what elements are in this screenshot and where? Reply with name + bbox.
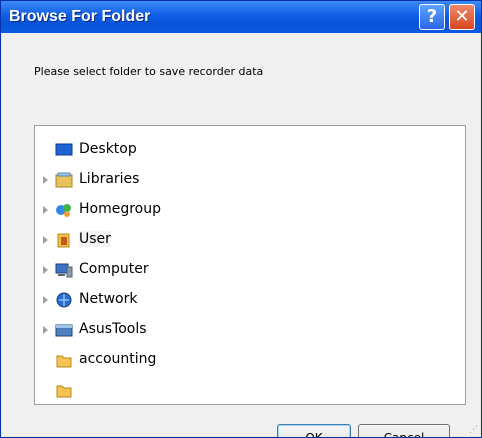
tree-item-label: Computer (79, 261, 149, 277)
resize-grip-icon[interactable]: ⋰ (469, 426, 478, 435)
tree-item-label: Network (79, 291, 138, 307)
tree-item-label: accounting (79, 351, 157, 367)
instruction-text: Please select folder to save recorder da… (34, 65, 264, 78)
expand-arrow-icon[interactable] (43, 296, 48, 304)
expand-arrow-icon[interactable] (43, 236, 48, 244)
tree-item-computer[interactable]: Computer (35, 258, 465, 284)
expand-arrow-icon[interactable] (43, 176, 48, 184)
dialog-body: Please select folder to save recorder da… (2, 33, 480, 437)
user-folder-icon (57, 233, 70, 248)
close-button[interactable]: ✕ (449, 4, 475, 30)
ok-button[interactable]: OK (277, 424, 351, 437)
homegroup-icon (56, 204, 71, 217)
folder-tree[interactable]: Desktop Libraries Homegroup User Compute… (34, 125, 466, 405)
tree-item-desktop[interactable]: Desktop (35, 138, 465, 164)
help-icon: ? (426, 6, 438, 27)
close-icon: ✕ (454, 6, 470, 27)
asustools-icon (55, 324, 73, 337)
tree-item-asustools[interactable]: AsusTools (35, 318, 465, 344)
desktop-icon (55, 143, 73, 156)
tree-item-network[interactable]: Network (35, 288, 465, 314)
help-button[interactable]: ? (419, 4, 445, 30)
cancel-button[interactable]: Cancel (358, 424, 450, 437)
expand-arrow-icon[interactable] (43, 266, 48, 274)
tree-item-user[interactable]: User (35, 228, 465, 254)
browse-for-folder-dialog: Browse For Folder ? ✕ Please select fold… (0, 0, 482, 438)
tree-item-accounting[interactable]: accounting (35, 348, 465, 374)
tree-item-label: Desktop (79, 141, 137, 157)
tree-item-label: Libraries (79, 171, 140, 187)
title-bar[interactable]: Browse For Folder ? ✕ (1, 1, 481, 33)
computer-icon (55, 263, 73, 278)
tree-item-libraries[interactable]: Libraries (35, 168, 465, 194)
network-icon (56, 292, 72, 308)
libraries-icon (55, 172, 73, 188)
tree-item-homegroup[interactable]: Homegroup (35, 198, 465, 224)
expand-arrow-icon[interactable] (43, 206, 48, 214)
tree-item-label: User (79, 231, 111, 247)
window-title: Browse For Folder (9, 8, 151, 25)
folder-icon (56, 385, 72, 398)
tree-item-label: AsusTools (79, 321, 147, 337)
tree-item-label: Homegroup (79, 201, 162, 217)
tree-item-partial[interactable] (35, 378, 465, 404)
expand-arrow-icon[interactable] (43, 326, 48, 334)
folder-icon (56, 355, 72, 368)
